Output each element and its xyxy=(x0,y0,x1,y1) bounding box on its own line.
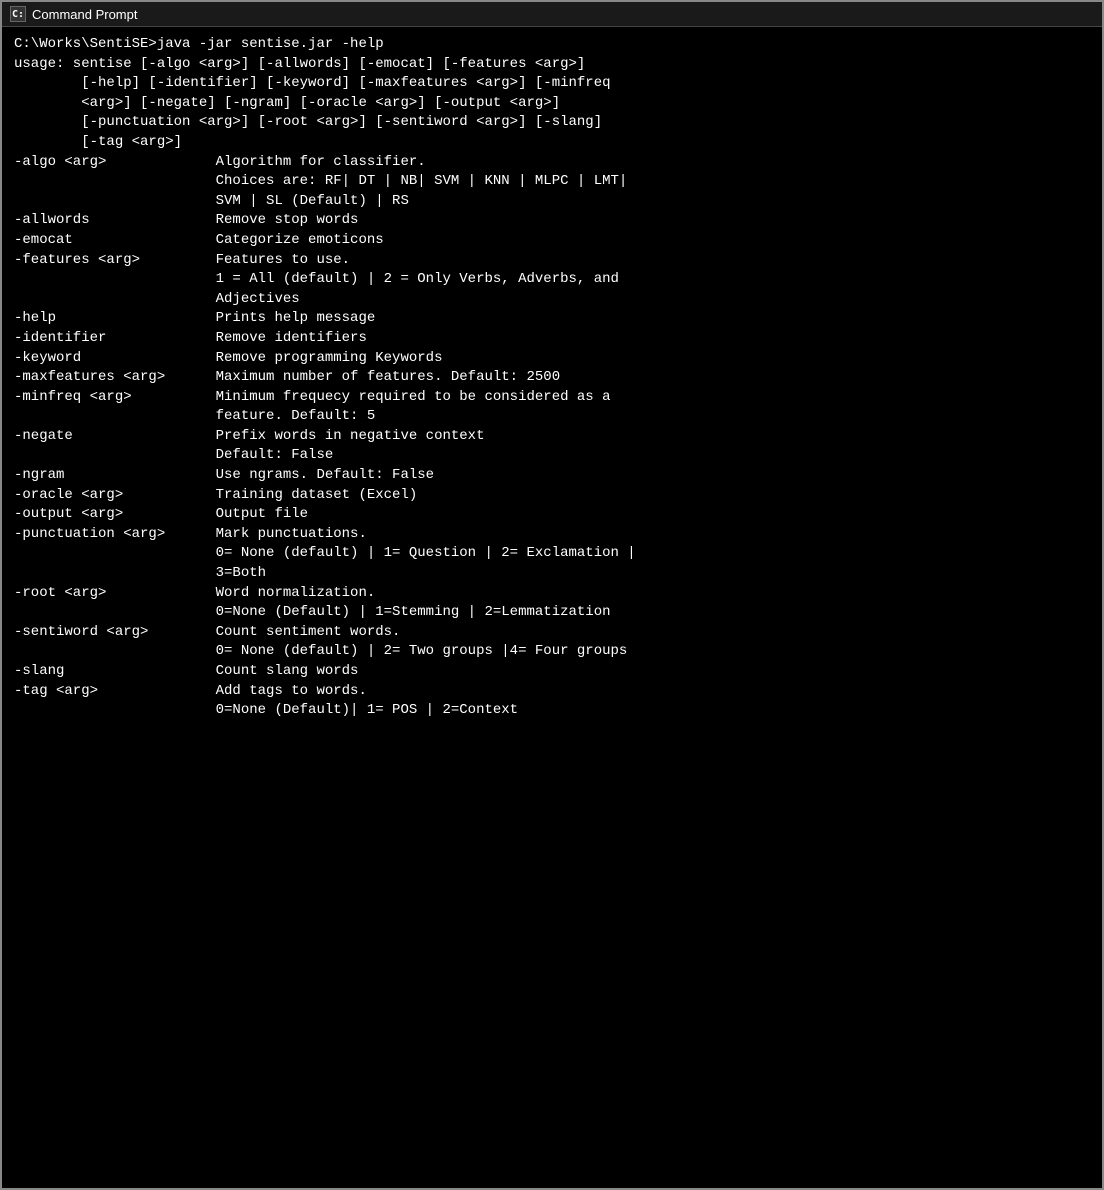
terminal-line: Default: False xyxy=(14,446,1090,466)
terminal-line: -output <arg> Output file xyxy=(14,505,1090,525)
title-bar: C: Command Prompt xyxy=(2,2,1102,27)
terminal-line: -minfreq <arg> Minimum frequecy required… xyxy=(14,388,1090,408)
terminal-line: 0=None (Default) | 1=Stemming | 2=Lemmat… xyxy=(14,603,1090,623)
window-icon: C: xyxy=(10,6,26,22)
terminal-line: usage: sentise [-algo <arg>] [-allwords]… xyxy=(14,55,1090,75)
terminal-line: [-tag <arg>] xyxy=(14,133,1090,153)
terminal-content[interactable]: C:\Works\SentiSE>java -jar sentise.jar -… xyxy=(2,27,1102,729)
terminal-line: Choices are: RF| DT | NB| SVM | KNN | ML… xyxy=(14,172,1090,192)
terminal-line: 0= None (default) | 1= Question | 2= Exc… xyxy=(14,544,1090,564)
terminal-line: -oracle <arg> Training dataset (Excel) xyxy=(14,486,1090,506)
terminal-line: -punctuation <arg> Mark punctuations. xyxy=(14,525,1090,545)
terminal-line: -help Prints help message xyxy=(14,309,1090,329)
terminal-line: 3=Both xyxy=(14,564,1090,584)
terminal-line: -negate Prefix words in negative context xyxy=(14,427,1090,447)
terminal-line: [-punctuation <arg>] [-root <arg>] [-sen… xyxy=(14,113,1090,133)
terminal-line: -features <arg> Features to use. xyxy=(14,251,1090,271)
terminal-line: 0= None (default) | 2= Two groups |4= Fo… xyxy=(14,642,1090,662)
terminal-line: -maxfeatures <arg> Maximum number of fea… xyxy=(14,368,1090,388)
terminal-line: SVM | SL (Default) | RS xyxy=(14,192,1090,212)
terminal-line: -root <arg> Word normalization. xyxy=(14,584,1090,604)
terminal-line: 1 = All (default) | 2 = Only Verbs, Adve… xyxy=(14,270,1090,290)
terminal-line: -emocat Categorize emoticons xyxy=(14,231,1090,251)
terminal-line: -sentiword <arg> Count sentiment words. xyxy=(14,623,1090,643)
terminal-line: -tag <arg> Add tags to words. xyxy=(14,682,1090,702)
terminal-line: <arg>] [-negate] [-ngram] [-oracle <arg>… xyxy=(14,94,1090,114)
terminal-line: -allwords Remove stop words xyxy=(14,211,1090,231)
terminal-line: C:\Works\SentiSE>java -jar sentise.jar -… xyxy=(14,35,1090,55)
window-title: Command Prompt xyxy=(32,7,137,22)
command-prompt-window: C: Command Prompt C:\Works\SentiSE>java … xyxy=(0,0,1104,1190)
terminal-line: 0=None (Default)| 1= POS | 2=Context xyxy=(14,701,1090,721)
terminal-line: -keyword Remove programming Keywords xyxy=(14,349,1090,369)
terminal-line: -slang Count slang words xyxy=(14,662,1090,682)
terminal-line: Adjectives xyxy=(14,290,1090,310)
terminal-line: -algo <arg> Algorithm for classifier. xyxy=(14,153,1090,173)
terminal-line: feature. Default: 5 xyxy=(14,407,1090,427)
terminal-line: -identifier Remove identifiers xyxy=(14,329,1090,349)
terminal-line: [-help] [-identifier] [-keyword] [-maxfe… xyxy=(14,74,1090,94)
terminal-line: -ngram Use ngrams. Default: False xyxy=(14,466,1090,486)
